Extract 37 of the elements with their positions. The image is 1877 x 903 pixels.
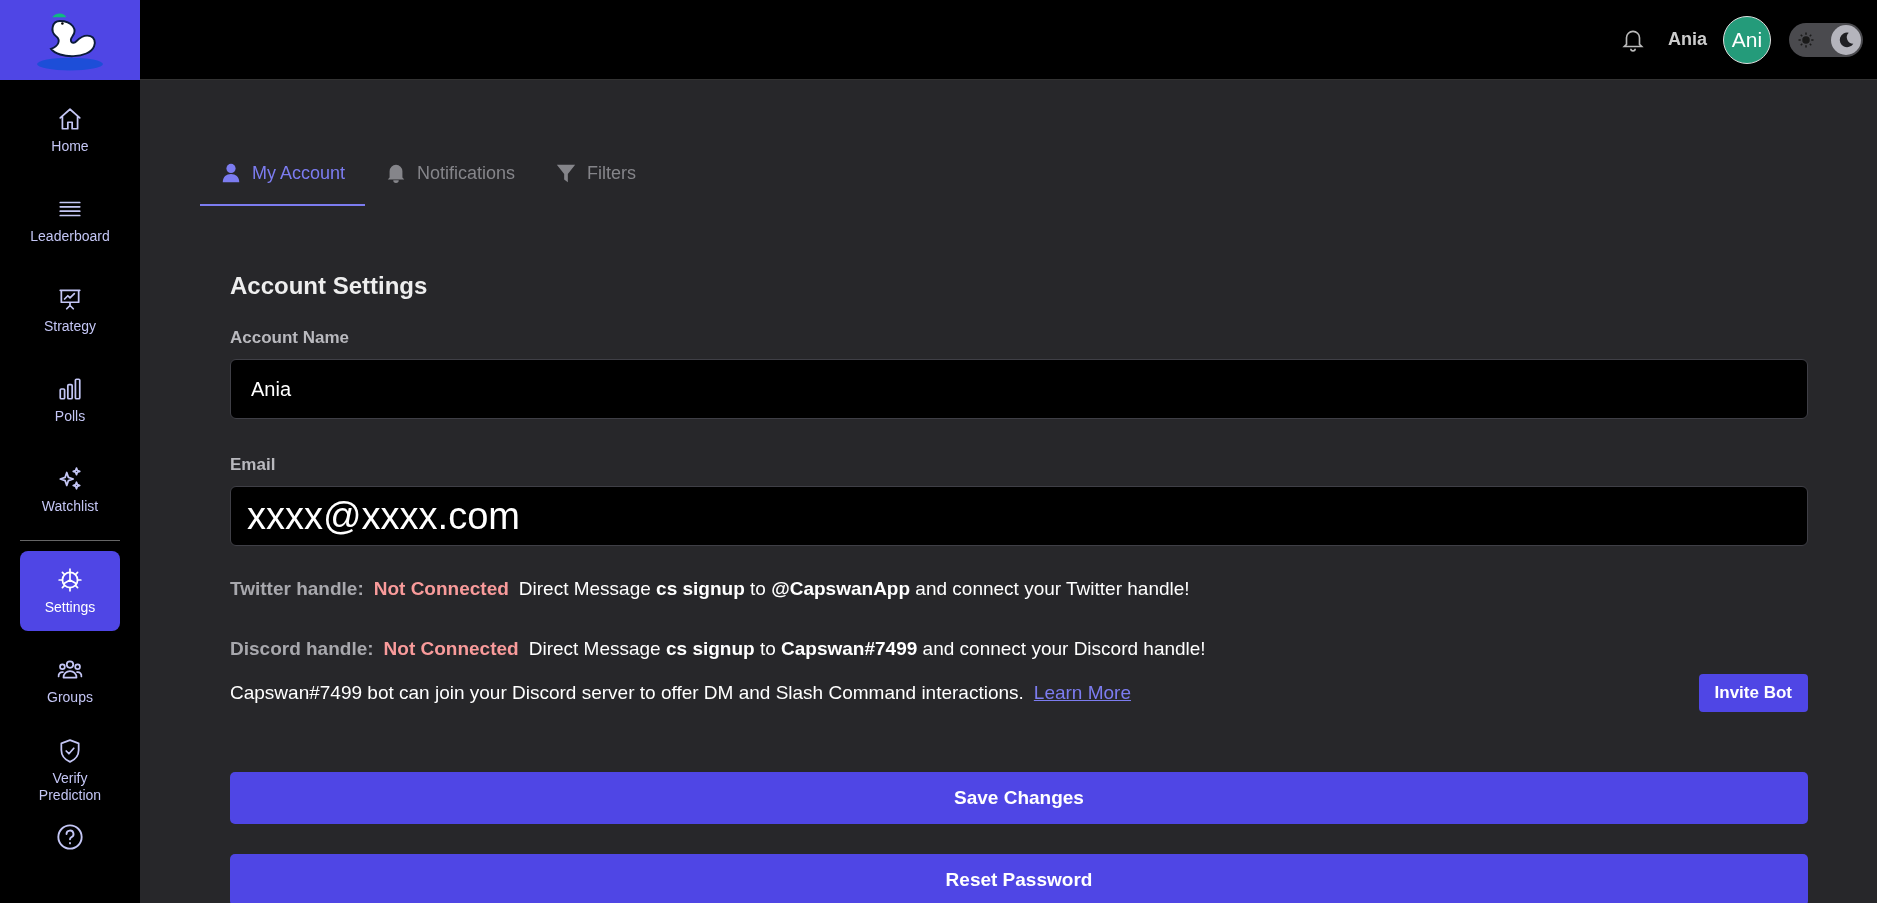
primary-button[interactable]: Save Changes	[230, 772, 1808, 824]
sidebar-item[interactable]: Polls	[20, 360, 120, 440]
bot-description: Capswan#7499 bot can join your Discord server to offer DM and Slash Command interactions.	[230, 682, 1024, 704]
handle-instructions: Direct Message cs signup to @CapswanApp and connect your Twitter handle!	[518, 578, 1190, 600]
help-icon[interactable]	[56, 823, 84, 851]
sidebar-item[interactable]: Watchlist	[20, 450, 120, 530]
field-label: Account Name	[230, 328, 351, 348]
sun-icon	[1797, 30, 1815, 49]
theme-toggle[interactable]	[1789, 22, 1863, 57]
sidebar-item[interactable]: Settings	[20, 551, 120, 631]
tab[interactable]: Notifications	[365, 140, 536, 206]
funnel-icon	[555, 162, 578, 184]
input-field[interactable]: xxxx@xxxx.com	[230, 486, 1808, 546]
invite-bot-button[interactable]: Invite Bot	[1698, 674, 1808, 712]
section-title: Account Settings	[230, 272, 429, 300]
username: Ania	[1668, 29, 1707, 50]
user-icon	[220, 162, 242, 184]
bar-chart-icon	[57, 375, 83, 402]
sparkle-icon	[57, 465, 83, 492]
handle-label: Discord handle:	[230, 638, 374, 660]
learn-more-link[interactable]: Learn More	[1033, 682, 1131, 704]
primary-button[interactable]: Reset Password	[230, 854, 1808, 903]
sidebar-item[interactable]: Groups	[20, 641, 120, 721]
settings-icon	[57, 566, 83, 593]
sidebar-item[interactable]: Verify Prediction	[20, 731, 120, 811]
connection-status: Not Connected	[373, 578, 509, 600]
sidebar-item[interactable]: Leaderboard	[20, 180, 120, 260]
connection-status: Not Connected	[383, 638, 519, 660]
handle-instructions: Direct Message cs signup to Capswan#7499 and connect your Discord handle!	[528, 638, 1206, 660]
field-label: Email	[230, 455, 277, 475]
tab[interactable]: Filters	[535, 140, 657, 206]
input-field[interactable]: Ania	[230, 359, 1808, 419]
sidebar-item[interactable]: Home	[20, 90, 120, 170]
shield-check-icon	[57, 738, 83, 765]
handle-label: Twitter handle:	[230, 578, 364, 600]
tab[interactable]: My Account	[200, 140, 366, 206]
sidebar-item[interactable]: Strategy	[20, 270, 120, 350]
